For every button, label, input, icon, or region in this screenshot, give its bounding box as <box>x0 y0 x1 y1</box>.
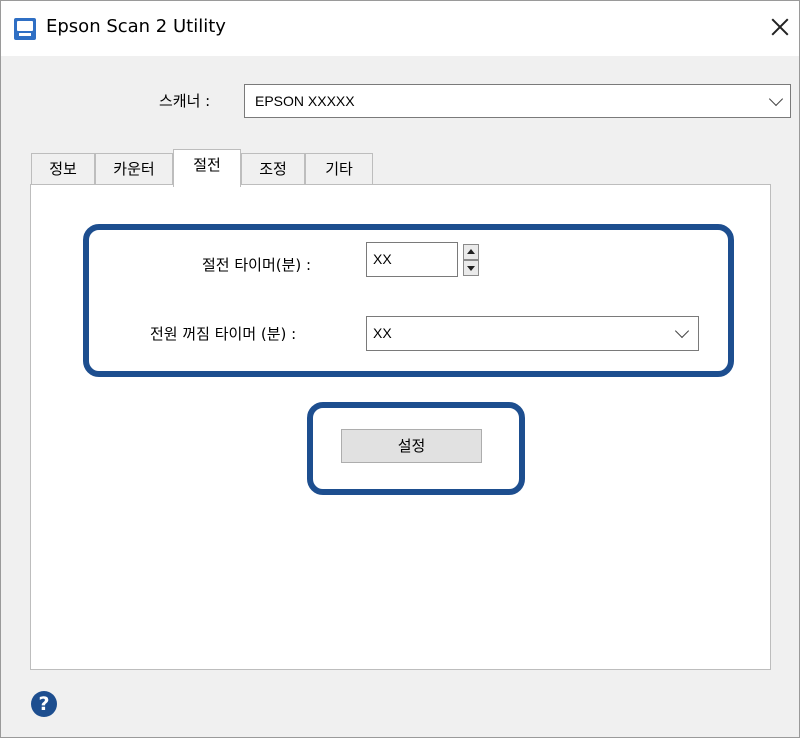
scanner-label: 스캐너 : <box>159 92 211 110</box>
tab-other[interactable]: 기타 <box>305 153 373 185</box>
tab-counter[interactable]: 카운터 <box>95 153 173 185</box>
tab-info[interactable]: 정보 <box>31 153 95 185</box>
help-icon[interactable]: ? <box>31 691 57 717</box>
chevron-down-icon <box>768 91 784 107</box>
set-button-highlight <box>307 402 525 495</box>
close-icon[interactable] <box>765 13 795 43</box>
timer-settings-highlight <box>83 224 734 377</box>
tab-power-saving[interactable]: 절전 <box>173 149 241 187</box>
scanner-select[interactable]: EPSON XXXXX <box>244 84 791 118</box>
epson-scan-app-icon <box>14 18 36 40</box>
utility-window: Epson Scan 2 Utility 스캐너 : EPSON XXXXX 정… <box>0 0 800 738</box>
window-title: Epson Scan 2 Utility <box>46 16 226 37</box>
tab-adjust[interactable]: 조정 <box>241 153 305 185</box>
title-bar: Epson Scan 2 Utility <box>1 1 799 56</box>
scanner-value: EPSON XXXXX <box>255 93 355 109</box>
